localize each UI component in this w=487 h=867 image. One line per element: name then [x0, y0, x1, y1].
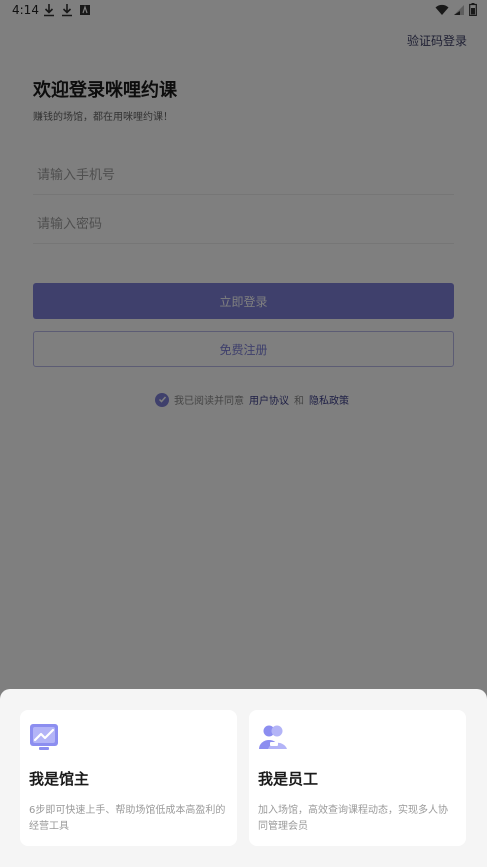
staff-role-desc: 加入场馆，高效查询课程动态，实现多人协同管理会员: [258, 805, 448, 832]
navigation-bar: [0, 860, 487, 867]
user-group-icon: [259, 725, 287, 749]
role-select-sheet: 我是馆主 6步即可快速上手、帮助场馆低成本高盈利的经营工具 我是员工 加入场馆，…: [0, 689, 487, 867]
chart-icon: [30, 724, 58, 750]
owner-role-title: 我是馆主: [29, 770, 90, 788]
staff-role-card[interactable]: 我是员工 加入场馆，高效查询课程动态，实现多人协同管理会员: [249, 710, 466, 846]
owner-role-card[interactable]: 我是馆主 6步即可快速上手、帮助场馆低成本高盈利的经营工具: [20, 710, 237, 846]
owner-role-desc: 6步即可快速上手、帮助场馆低成本高盈利的经营工具: [29, 805, 226, 832]
staff-role-title: 我是员工: [258, 770, 319, 788]
